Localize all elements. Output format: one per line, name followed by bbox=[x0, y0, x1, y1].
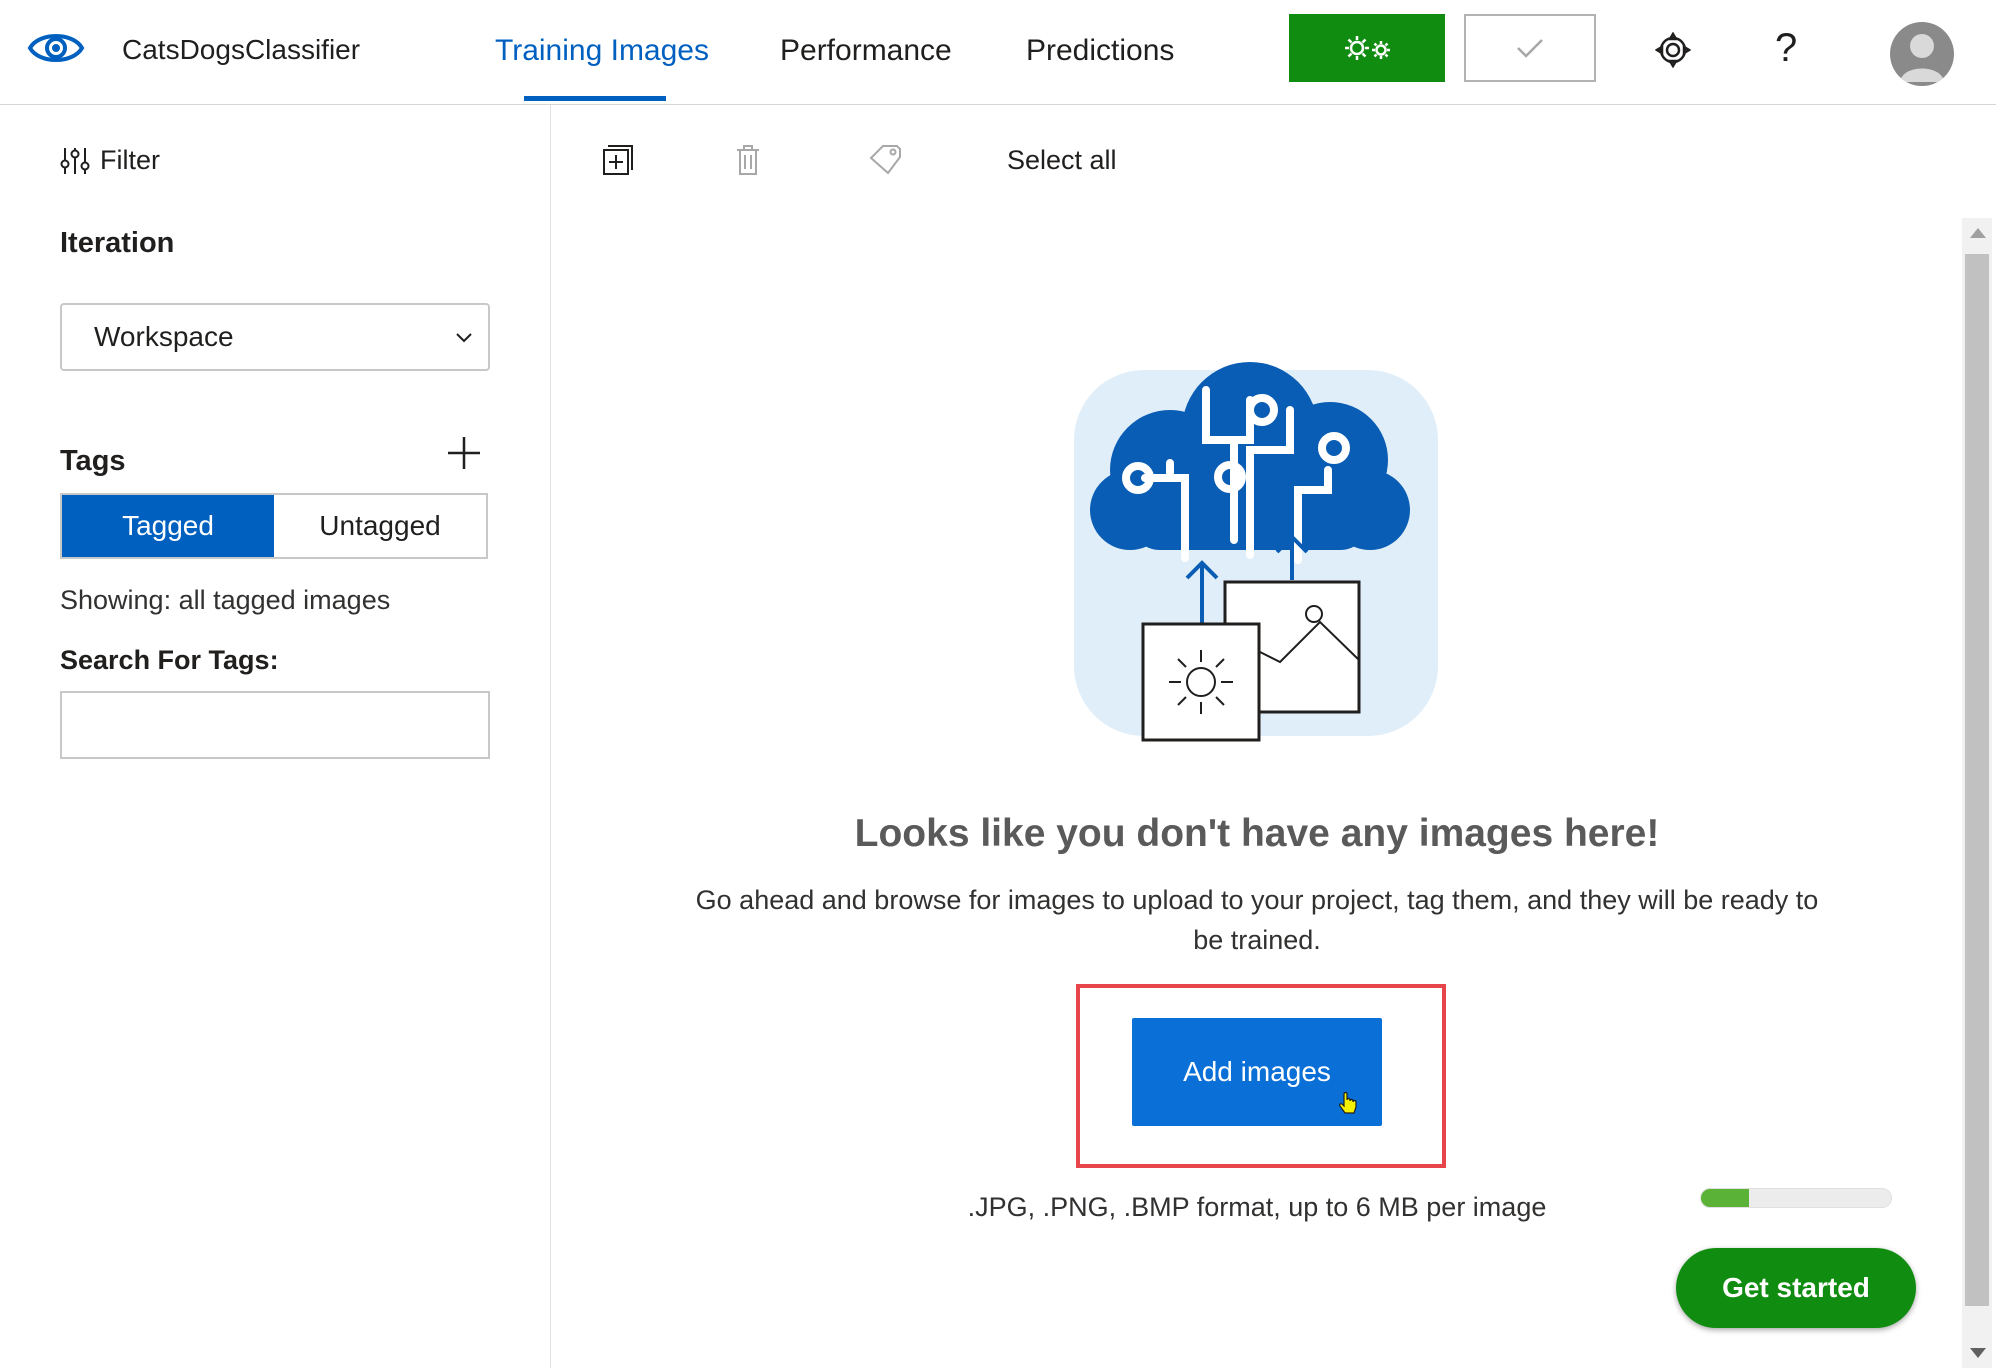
tags-heading: Tags bbox=[60, 445, 126, 477]
quick-test-button[interactable] bbox=[1464, 14, 1596, 82]
hand-cursor-icon bbox=[1339, 1092, 1357, 1114]
eye-logo-icon[interactable] bbox=[27, 24, 85, 72]
upload-images-illustration bbox=[1074, 362, 1438, 742]
filter-label: Filter bbox=[100, 145, 160, 175]
iteration-heading: Iteration bbox=[60, 227, 175, 259]
vertical-scrollbar[interactable] bbox=[1962, 218, 1992, 1368]
user-avatar[interactable] bbox=[1890, 22, 1954, 86]
tag-filter-toggle: Tagged Untagged bbox=[60, 493, 488, 559]
iteration-selected-value: Workspace bbox=[94, 321, 234, 352]
scroll-up-arrow-icon[interactable] bbox=[1970, 228, 1986, 238]
tab-predictions[interactable]: Predictions bbox=[1026, 34, 1174, 68]
top-bar: CatsDogsClassifier Training Images Perfo… bbox=[0, 0, 1996, 105]
onboarding-progress-bar bbox=[1700, 1188, 1892, 1208]
filter-button[interactable]: Filter bbox=[60, 145, 160, 176]
showing-status-text: Showing: all tagged images bbox=[60, 585, 391, 615]
scroll-thumb[interactable] bbox=[1965, 254, 1989, 1306]
chevron-down-icon bbox=[456, 333, 472, 343]
tab-performance[interactable]: Performance bbox=[780, 34, 952, 68]
supported-formats-text: .JPG, .PNG, .BMP format, up to 6 MB per … bbox=[967, 1192, 1547, 1222]
tagged-toggle-button[interactable]: Tagged bbox=[62, 495, 274, 557]
left-panel: Filter Iteration Workspace Tags Tagged U… bbox=[0, 105, 551, 1368]
filter-sliders-icon bbox=[60, 147, 90, 174]
delete-icon[interactable] bbox=[731, 143, 765, 177]
add-image-icon[interactable] bbox=[601, 143, 635, 177]
search-tags-input[interactable] bbox=[60, 691, 490, 759]
onboarding-progress-fill bbox=[1701, 1189, 1749, 1207]
get-started-button[interactable]: Get started bbox=[1676, 1248, 1916, 1328]
user-avatar-icon bbox=[1900, 34, 1944, 82]
gear-icon[interactable] bbox=[1655, 32, 1691, 68]
empty-state-headline: Looks like you don't have any images her… bbox=[854, 812, 1660, 855]
check-icon bbox=[1517, 39, 1543, 58]
help-icon[interactable]: ? bbox=[1775, 26, 1797, 71]
untagged-toggle-button[interactable]: Untagged bbox=[274, 495, 486, 557]
select-all-button[interactable]: Select all bbox=[1007, 145, 1117, 176]
empty-state-description: Go ahead and browse for images to upload… bbox=[695, 885, 1819, 955]
tag-icon[interactable] bbox=[868, 143, 902, 177]
iteration-dropdown[interactable]: Workspace bbox=[60, 303, 490, 371]
search-tags-label: Search For Tags: bbox=[60, 645, 279, 675]
add-tag-icon[interactable] bbox=[446, 435, 482, 471]
tab-training-images[interactable]: Training Images bbox=[495, 34, 709, 68]
project-title[interactable]: CatsDogsClassifier bbox=[122, 34, 360, 66]
scroll-down-arrow-icon[interactable] bbox=[1970, 1348, 1986, 1358]
train-button[interactable] bbox=[1289, 14, 1445, 82]
gears-icon bbox=[1345, 36, 1390, 60]
active-tab-indicator bbox=[524, 96, 666, 101]
